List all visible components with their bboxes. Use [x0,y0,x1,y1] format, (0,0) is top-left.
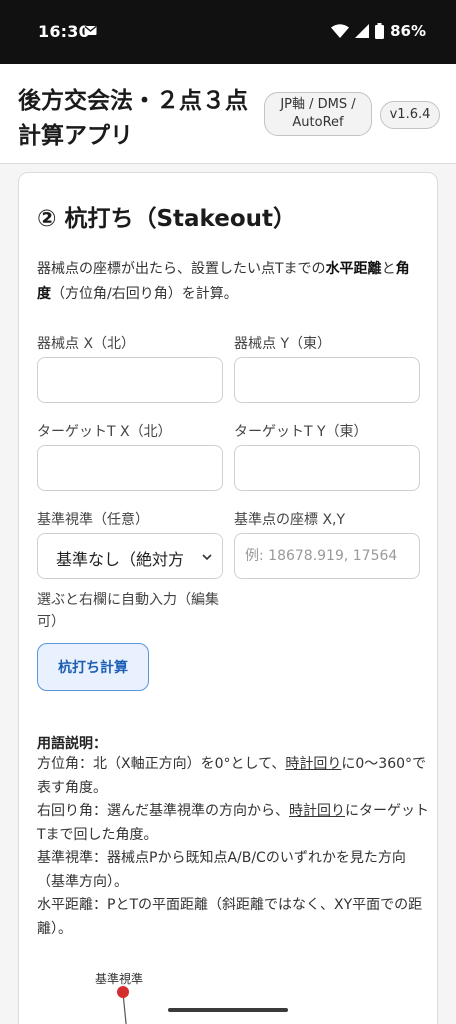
stakeout-diagram [117,986,129,1024]
axis-settings-chip[interactable]: JP軸 / DMS / AutoRef [264,92,372,136]
status-icons: 86% [331,22,426,40]
status-time: 16:30 [38,22,90,41]
gesture-nav-handle[interactable] [168,1008,288,1012]
battery-icon [375,23,385,39]
version-chip: v1.6.4 [380,101,440,129]
app-header: 後方交会法・２点３点計算アプリ JP軸 / DMS / AutoRef v1.6… [0,64,456,164]
stakeout-card: ② 杭打ち（Stakeout） 器械点の座標が出たら、設置したい点Tまでの水平距… [18,172,438,1024]
app-title: 後方交会法・２点３点計算アプリ [18,88,248,149]
status-bar: 16:30 86% [0,0,456,64]
mail-icon [84,25,97,35]
signal-icon [355,24,370,38]
battery-percent: 86% [390,22,426,40]
reference-point-marker [117,986,129,998]
diagram-reference-label: 基準視準 [95,972,144,986]
wifi-icon [331,23,350,38]
